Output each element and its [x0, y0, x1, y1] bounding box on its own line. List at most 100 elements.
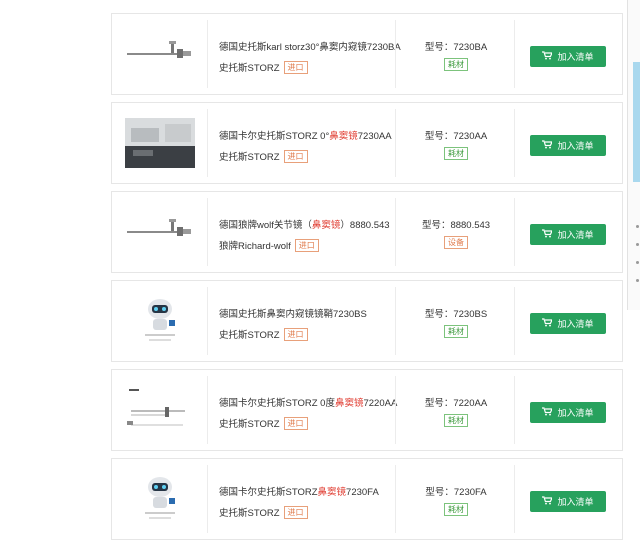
add-to-list-button[interactable]: 加入清单 — [530, 46, 606, 67]
divider — [514, 198, 515, 266]
action-cell: 加入清单 — [517, 459, 622, 539]
origin-tag: 进口 — [283, 149, 308, 163]
product-image[interactable] — [125, 474, 195, 524]
brand-name: 史托斯STORZ — [219, 63, 280, 74]
divider — [514, 109, 515, 177]
add-to-list-label: 加入清单 — [557, 52, 594, 62]
brand-line: 史托斯STORZ 进口 — [219, 416, 308, 430]
side-banner-strip[interactable] — [633, 62, 640, 182]
divider — [395, 376, 396, 444]
product-image[interactable] — [124, 385, 195, 435]
product-image[interactable] — [124, 118, 195, 168]
product-row: 德国卡尔史托斯STORZ 0度鼻窦镜7220AA 史托斯STORZ 进口 型号：722… — [111, 369, 623, 451]
side-panel — [627, 0, 640, 310]
brand-line: 史托斯STORZ 进口 — [219, 327, 308, 341]
action-cell: 加入清单 — [517, 281, 622, 361]
model-info: 型号：7220AA 耗材 — [398, 370, 514, 450]
model-number: 型号：8880.543 — [421, 220, 491, 231]
product-name[interactable]: 德国卡尔史托斯STORZ 0°鼻窦镜7230AA — [219, 128, 392, 142]
brand-name: 史托斯STORZ — [219, 508, 280, 519]
cart-icon — [542, 407, 557, 418]
origin-tag: 进口 — [283, 60, 308, 74]
brand-line: 狼牌Richard-wolf 进口 — [219, 238, 319, 252]
brand-name: 狼牌Richard-wolf — [219, 241, 291, 252]
product-info: 德国卡尔史托斯STORZ鼻窦镜7230FA 史托斯STORZ 进口 — [219, 459, 395, 539]
divider — [395, 20, 396, 88]
product-name[interactable]: 德国卡尔史托斯STORZ 0度鼻窦镜7220AA — [219, 395, 397, 409]
product-image[interactable] — [125, 29, 195, 79]
cart-icon — [542, 140, 557, 151]
action-cell: 加入清单 — [517, 370, 622, 450]
add-to-list-label: 加入清单 — [557, 141, 594, 151]
add-to-list-button[interactable]: 加入清单 — [530, 491, 606, 512]
product-thumbnail-cell[interactable] — [112, 20, 208, 88]
category-tag: 耗材 — [444, 325, 468, 338]
divider — [395, 287, 396, 355]
product-row: 德国狼牌wolf关节镜（鼻窦镜）8880.543 狼牌Richard-wolf 进口… — [111, 191, 623, 273]
category-tag: 耗材 — [444, 414, 468, 427]
product-name[interactable]: 德国史托斯karl storz30°鼻窦内窥镜7230BA — [219, 39, 401, 53]
brand-name: 史托斯STORZ — [219, 152, 280, 163]
model-info: 型号：7230AA 耗材 — [398, 103, 514, 183]
add-to-list-label: 加入清单 — [557, 497, 594, 507]
category-tag: 设备 — [444, 236, 468, 249]
add-to-list-button[interactable]: 加入清单 — [530, 224, 606, 245]
keyword-highlight: 鼻窦镜 — [329, 131, 358, 142]
product-name[interactable]: 德国史托斯鼻窦内窥镜镜鞘7230BS — [219, 306, 367, 320]
cart-icon — [542, 51, 557, 62]
keyword-highlight: 鼻窦镜 — [334, 398, 364, 409]
product-row: 德国史托斯鼻窦内窥镜镜鞘7230BS 史托斯STORZ 进口 型号：7230BS 耗材 加… — [111, 280, 623, 362]
divider — [514, 20, 515, 88]
add-to-list-label: 加入清单 — [557, 408, 594, 418]
product-name[interactable]: 德国狼牌wolf关节镜（鼻窦镜）8880.543 — [219, 217, 390, 231]
product-thumbnail-cell[interactable] — [112, 376, 208, 444]
action-cell: 加入清单 — [517, 192, 622, 272]
cart-icon — [542, 496, 557, 507]
side-dot — [636, 225, 639, 228]
model-info: 型号：7230BS 耗材 — [398, 281, 514, 361]
add-to-list-button[interactable]: 加入清单 — [530, 313, 606, 334]
side-dot — [636, 261, 639, 264]
divider — [395, 109, 396, 177]
divider — [514, 287, 515, 355]
model-number: 型号：7230AA — [424, 131, 488, 142]
product-list: 德国史托斯karl storz30°鼻窦内窥镜7230BA 史托斯STORZ 进口型… — [111, 13, 623, 540]
keyword-highlight: 鼻窦镜 — [311, 220, 341, 231]
origin-tag: 进口 — [283, 505, 308, 519]
model-info: 型号：7230FA 耗材 — [398, 459, 514, 539]
brand-line: 史托斯STORZ 进口 — [219, 505, 308, 519]
model-number: 型号：7230BS — [424, 309, 488, 320]
model-number: 型号：7230FA — [425, 487, 487, 498]
cart-icon — [542, 229, 557, 240]
product-row: 德国卡尔史托斯STORZ 0°鼻窦镜7230AA 史托斯STORZ 进口 型号：723… — [111, 102, 623, 184]
divider — [395, 465, 396, 533]
category-tag: 耗材 — [444, 503, 468, 516]
brand-name: 史托斯STORZ — [219, 330, 280, 341]
product-name[interactable]: 德国卡尔史托斯STORZ鼻窦镜7230FA — [219, 484, 379, 498]
origin-tag: 进口 — [283, 416, 308, 430]
brand-name: 史托斯STORZ — [219, 419, 280, 430]
add-to-list-button[interactable]: 加入清单 — [530, 402, 606, 423]
product-info: 德国卡尔史托斯STORZ 0度鼻窦镜7220AA 史托斯STORZ 进口 — [219, 370, 397, 450]
product-thumbnail-cell[interactable] — [112, 198, 208, 266]
side-dot — [636, 279, 639, 282]
add-to-list-button[interactable]: 加入清单 — [530, 135, 606, 156]
model-info: 型号：7230BA 耗材 — [398, 14, 514, 94]
product-info: 德国狼牌wolf关节镜（鼻窦镜）8880.543 狼牌Richard-wolf 进口 — [219, 192, 395, 272]
product-info: 德国史托斯鼻窦内窥镜镜鞘7230BS 史托斯STORZ 进口 — [219, 281, 395, 361]
model-info: 型号：8880.543 设备 — [398, 192, 514, 272]
category-tag: 耗材 — [444, 147, 468, 160]
divider — [514, 465, 515, 533]
product-thumbnail-cell[interactable] — [112, 287, 208, 355]
category-tag: 耗材 — [444, 58, 468, 71]
product-image[interactable] — [125, 207, 195, 257]
product-thumbnail-cell[interactable] — [112, 465, 208, 533]
product-image[interactable] — [125, 296, 195, 346]
product-info: 德国卡尔史托斯STORZ 0°鼻窦镜7230AA 史托斯STORZ 进口 — [219, 103, 395, 183]
product-thumbnail-cell[interactable] — [112, 109, 208, 177]
action-cell: 加入清单 — [517, 14, 622, 94]
divider — [395, 198, 396, 266]
model-number: 型号：7220AA — [424, 398, 488, 409]
divider — [514, 376, 515, 444]
product-info: 德国史托斯karl storz30°鼻窦内窥镜7230BA 史托斯STORZ 进口 — [219, 14, 401, 94]
